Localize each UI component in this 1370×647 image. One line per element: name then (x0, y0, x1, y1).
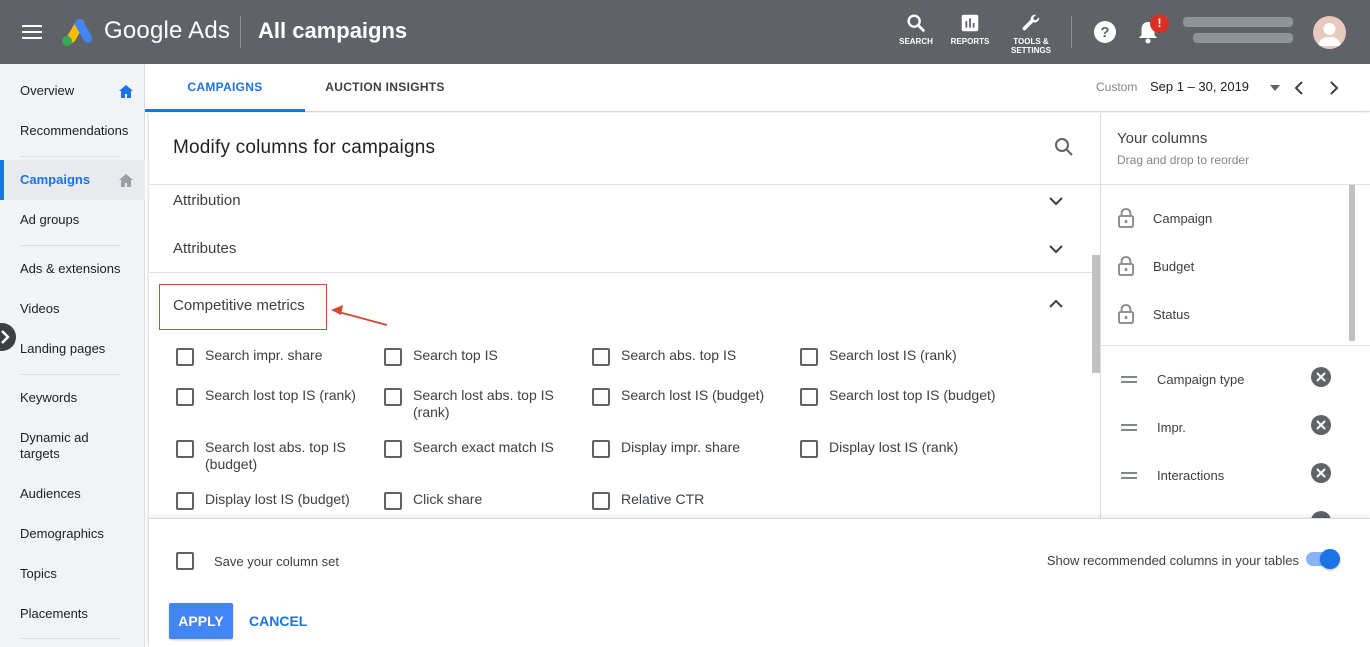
remove-icon[interactable] (1311, 367, 1331, 387)
date-range-selector[interactable]: Sep 1 – 30, 2019 (1150, 79, 1249, 94)
sidebar-divider (20, 374, 120, 375)
checkbox-search-impr-share[interactable]: Search impr. share (176, 347, 365, 366)
your-columns-subtitle: Drag and drop to reorder (1117, 153, 1250, 167)
user-silhouette-icon (1318, 23, 1341, 46)
sidebar-divider (20, 156, 120, 157)
section-attributes[interactable]: Attributes (173, 240, 236, 257)
drag-handle-icon[interactable] (1121, 472, 1137, 479)
section-competitive-metrics[interactable]: Competitive metrics (173, 297, 305, 314)
page-title: All campaigns (258, 18, 408, 43)
checkbox-search-lost-is-budget[interactable]: Search lost IS (budget) (592, 387, 781, 406)
modify-columns-panel: Modify columns for campaigns Attribution… (149, 113, 1370, 647)
dropdown-arrow-icon[interactable] (1269, 84, 1281, 92)
your-columns-title: Your columns (1117, 130, 1208, 147)
tab-auction-insights[interactable]: AUCTION INSIGHTS (305, 64, 465, 112)
chevron-left-icon[interactable] (1291, 79, 1307, 97)
search-icon[interactable] (1054, 137, 1074, 157)
header-divider-2 (1071, 16, 1072, 48)
sidebar-divider (20, 638, 120, 639)
google-ads-logo-icon (62, 19, 92, 46)
checkbox-search-lost-abs-top-is-budget[interactable]: Search lost abs. top IS (budget) (176, 439, 355, 473)
lock-icon (1118, 208, 1134, 228)
checkbox-relative-ctr[interactable]: Relative CTR (592, 491, 781, 510)
cancel-button[interactable]: CANCEL (249, 603, 307, 639)
home-icon (119, 174, 133, 187)
checkbox-search-abs-top-is[interactable]: Search abs. top IS (592, 347, 781, 366)
scrollbar[interactable] (1092, 255, 1100, 373)
chevron-down-icon[interactable] (1048, 243, 1064, 255)
chevron-right-icon[interactable] (1326, 79, 1342, 97)
drag-handle-icon[interactable] (1121, 424, 1137, 431)
checkbox-search-exact-match-is[interactable]: Search exact match IS (384, 439, 573, 458)
your-columns-panel: Your columns Drag and drop to reorder Ca… (1100, 113, 1370, 518)
sidebar-item-ad-groups[interactable]: Ad groups (0, 212, 145, 232)
tab-campaigns[interactable]: CAMPAIGNS (145, 64, 305, 112)
lock-icon (1118, 256, 1134, 276)
checkbox-search-lost-is-rank[interactable]: Search lost IS (rank) (800, 347, 1009, 366)
account-info[interactable] (1183, 17, 1301, 47)
search-icon (907, 14, 926, 33)
tools-settings-button[interactable]: TOOLS & SETTINGS (1004, 12, 1058, 55)
checkbox-search-top-is[interactable]: Search top IS (384, 347, 573, 366)
sidebar-item-placements[interactable]: Placements (0, 606, 145, 626)
checkbox-click-share[interactable]: Click share (384, 491, 573, 510)
sidebar-item-audiences[interactable]: Audiences (0, 486, 145, 506)
lock-icon (1118, 304, 1134, 324)
divider (149, 184, 1100, 185)
apply-button[interactable]: APPLY (169, 603, 233, 639)
sidebar-item-ads-extensions[interactable]: Ads & extensions (0, 261, 145, 281)
your-columns-scrollbar[interactable] (1349, 185, 1355, 341)
sidebar-item-recommendations[interactable]: Recommendations (0, 123, 145, 143)
svg-text:?: ? (1100, 24, 1109, 41)
modal-footer: Save your column set Show recommended co… (149, 518, 1370, 647)
sidebar-collapse-button[interactable] (0, 323, 16, 351)
help-icon[interactable]: ? (1093, 20, 1117, 44)
modal-title: Modify columns for campaigns (173, 137, 436, 158)
sidebar-divider (20, 245, 120, 246)
checkbox-search-lost-abs-top-is-rank[interactable]: Search lost abs. top IS (rank) (384, 387, 563, 421)
chevron-right-icon (1, 330, 10, 344)
divider (149, 272, 1092, 273)
notification-badge: ! (1150, 14, 1169, 33)
sidebar-item-landing-pages[interactable]: Landing pages (0, 341, 145, 361)
tab-bar: CAMPAIGNS AUCTION INSIGHTS Custom Sep 1 … (145, 64, 1370, 112)
home-icon (119, 85, 133, 98)
sidebar-item-keywords[interactable]: Keywords (0, 390, 145, 410)
wrench-icon (1022, 14, 1040, 31)
divider (1101, 184, 1370, 185)
checkbox-display-lost-is-budget[interactable]: Display lost IS (budget) (176, 491, 365, 510)
sidebar-item-dynamic-ad-targets[interactable]: Dynamic ad targets (0, 430, 110, 464)
save-column-set-checkbox[interactable]: Save your column set (176, 551, 414, 570)
sidebar-item-videos[interactable]: Videos (0, 301, 145, 321)
chevron-down-icon[interactable] (1048, 195, 1064, 207)
annotation-arrow (331, 305, 388, 326)
checkbox-display-lost-is-rank[interactable]: Display lost IS (rank) (800, 439, 1009, 458)
avatar[interactable] (1313, 16, 1346, 49)
checkbox-search-lost-top-is-budget[interactable]: Search lost top IS (budget) (800, 387, 1009, 406)
checkbox-search-lost-top-is-rank[interactable]: Search lost top IS (rank) (176, 387, 365, 406)
show-recommended-toggle[interactable] (1306, 549, 1340, 569)
reports-icon (961, 14, 979, 32)
remove-icon[interactable] (1311, 463, 1331, 483)
section-attribution[interactable]: Attribution (173, 192, 241, 209)
chevron-up-icon[interactable] (1048, 298, 1064, 310)
sidebar: Overview Recommendations Campaigns Ad gr… (0, 64, 145, 647)
sidebar-item-demographics[interactable]: Demographics (0, 526, 145, 546)
remove-icon[interactable] (1311, 511, 1331, 518)
show-recommended-label: Show recommended columns in your tables (1046, 553, 1299, 568)
remove-icon[interactable] (1311, 415, 1331, 435)
drag-handle-icon[interactable] (1121, 376, 1137, 383)
reports-tool-button[interactable]: REPORTS (946, 12, 994, 46)
top-bar: Google Ads All campaigns SEARCH REPORTS … (0, 0, 1370, 64)
search-tool-button[interactable]: SEARCH (896, 12, 936, 46)
date-range-label: Custom (1096, 80, 1138, 94)
brand-name: Google Ads (104, 17, 231, 44)
divider (1101, 345, 1370, 346)
header-divider (240, 16, 241, 48)
checkbox-display-impr-share[interactable]: Display impr. share (592, 439, 781, 458)
sidebar-item-topics[interactable]: Topics (0, 566, 145, 586)
hamburger-menu-icon[interactable] (20, 20, 44, 44)
